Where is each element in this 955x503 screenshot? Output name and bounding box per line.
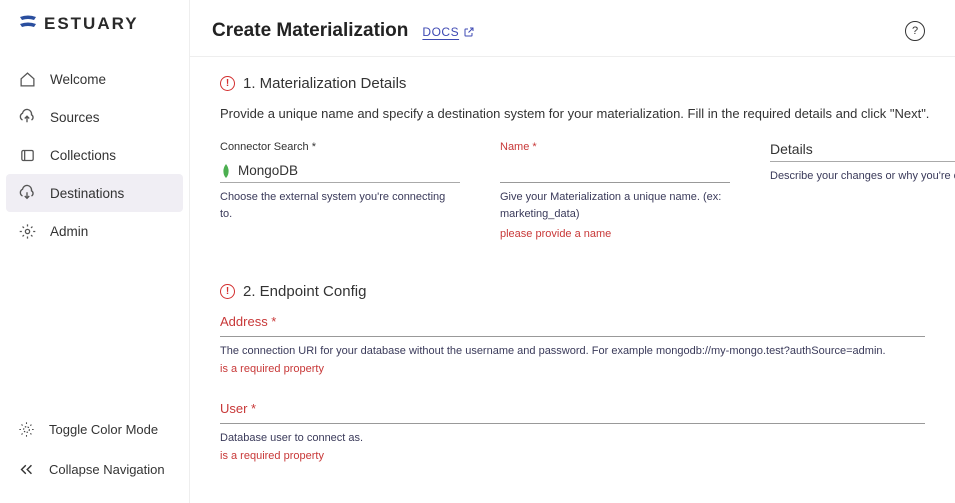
field-label: Details (770, 141, 955, 162)
field-error: is a required property (220, 363, 925, 375)
sidebar-item-label: Admin (50, 224, 88, 239)
user-input[interactable] (220, 422, 925, 424)
docs-link[interactable]: DOCS (422, 25, 475, 39)
toggle-color-mode-label: Toggle Color Mode (49, 422, 158, 437)
details-field: Details Describe your changes or why you… (770, 141, 955, 243)
endpoint-config: Address * The connection URI for your da… (220, 314, 955, 462)
field-label: User * (220, 401, 925, 416)
cloud-download-icon (18, 184, 36, 202)
connector-search-input[interactable]: MongoDB (220, 159, 460, 183)
sidebar-item-label: Collections (50, 148, 116, 163)
address-input[interactable] (220, 335, 925, 337)
sidebar-item-sources[interactable]: Sources (0, 98, 189, 136)
alert-icon: ! (220, 76, 235, 91)
connector-value: MongoDB (238, 163, 298, 178)
sidebar-item-destinations[interactable]: Destinations (6, 174, 183, 212)
collapse-navigation-button[interactable]: Collapse Navigation (0, 450, 189, 489)
sidebar-item-welcome[interactable]: Welcome (0, 60, 189, 98)
section-head-endpoint: ! 2. Endpoint Config (220, 283, 955, 300)
gear-icon (18, 222, 36, 240)
field-help: Choose the external system you're connec… (220, 189, 460, 222)
sidebar: ESTUARY Welcome Sources Collections (0, 0, 190, 503)
field-label: Address * (220, 314, 925, 329)
collapse-icon (18, 462, 35, 477)
field-help: Describe your changes or why you're cha (770, 168, 955, 185)
question-mark-icon: ? (912, 25, 918, 37)
docs-link-label: DOCS (422, 25, 459, 39)
section-head-details: ! 1. Materialization Details (220, 75, 955, 92)
main-nav: Welcome Sources Collections Destinations (0, 50, 189, 409)
sidebar-item-admin[interactable]: Admin (0, 212, 189, 250)
section-description: Provide a unique name and specify a dest… (220, 106, 955, 121)
field-label: Name * (500, 141, 730, 153)
mongodb-icon (220, 164, 232, 178)
main-content: Create Materialization DOCS ? ! 1. Mater… (190, 0, 955, 503)
page-header: Create Materialization DOCS ? (190, 0, 955, 57)
name-input[interactable] (500, 159, 730, 183)
page-title: Create Materialization (212, 20, 408, 42)
sun-icon (18, 421, 35, 438)
sidebar-item-label: Destinations (50, 186, 124, 201)
cloud-upload-icon (18, 108, 36, 126)
collapse-navigation-label: Collapse Navigation (49, 462, 165, 477)
estuary-logo-icon (18, 14, 38, 34)
field-error: is a required property (220, 450, 925, 462)
name-field: Name * Give your Materialization a uniqu… (500, 141, 730, 243)
sidebar-item-collections[interactable]: Collections (0, 136, 189, 174)
field-error: please provide a name (500, 226, 730, 243)
field-help: Give your Materialization a unique name.… (500, 189, 730, 222)
user-field: User * Database user to connect as. is a… (220, 401, 955, 462)
alert-icon: ! (220, 284, 235, 299)
sidebar-item-label: Welcome (50, 72, 106, 87)
brand-logo: ESTUARY (0, 14, 189, 50)
sidebar-item-label: Sources (50, 110, 100, 125)
address-field: Address * The connection URI for your da… (220, 314, 955, 375)
external-link-icon (463, 26, 475, 38)
home-icon (18, 70, 36, 88)
connector-search-field: Connector Search * MongoDB Choose the ex… (220, 141, 460, 243)
bottom-nav: Toggle Color Mode Collapse Navigation (0, 409, 189, 493)
brand-name: ESTUARY (44, 14, 139, 34)
database-icon (18, 146, 36, 164)
field-help: Database user to connect as. (220, 432, 925, 444)
help-button[interactable]: ? (905, 21, 925, 41)
section-title: 2. Endpoint Config (243, 283, 366, 300)
field-help: The connection URI for your database wit… (220, 345, 925, 357)
field-label: Connector Search * (220, 141, 460, 153)
form-content: ! 1. Materialization Details Provide a u… (190, 57, 955, 503)
section-title: 1. Materialization Details (243, 75, 406, 92)
details-field-row: Connector Search * MongoDB Choose the ex… (220, 141, 955, 243)
toggle-color-mode-button[interactable]: Toggle Color Mode (0, 409, 189, 450)
